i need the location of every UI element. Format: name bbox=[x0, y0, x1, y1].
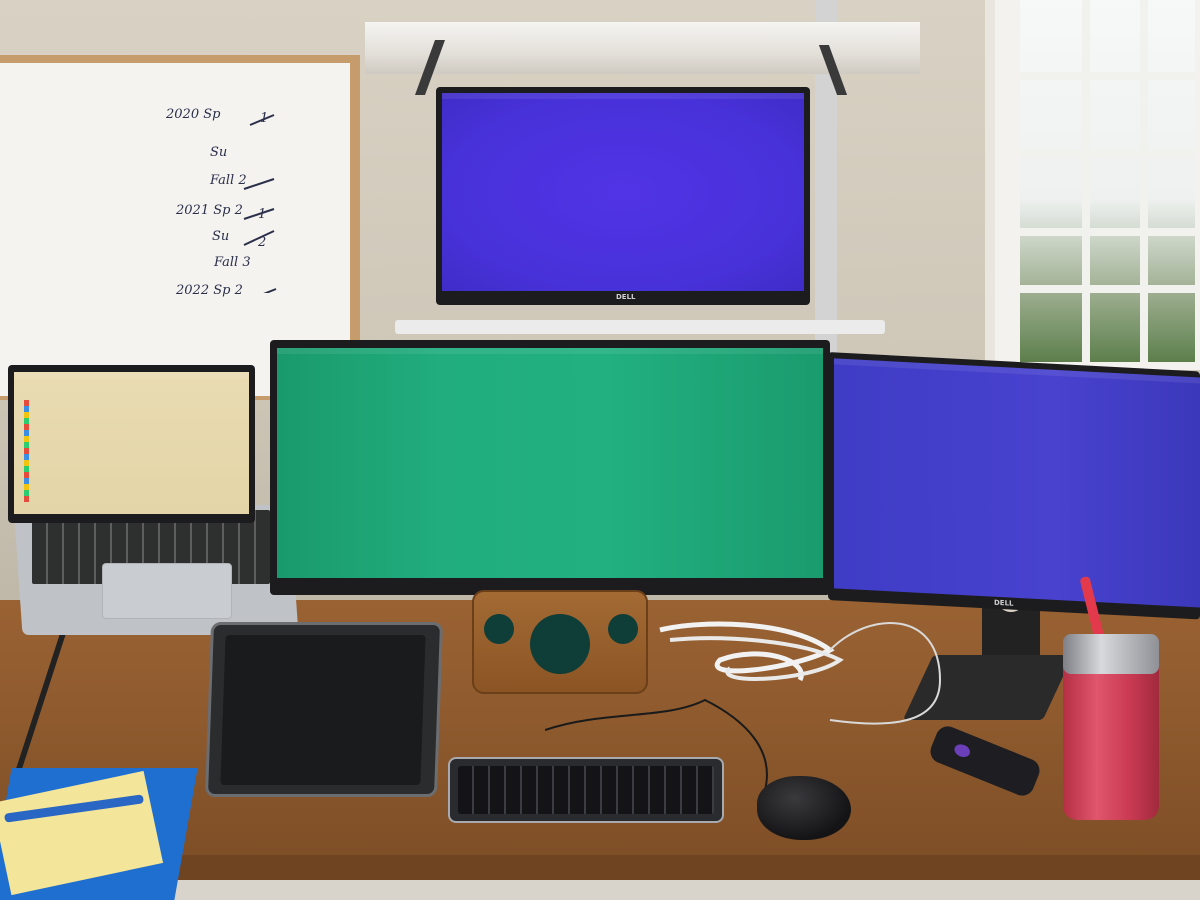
speaker-woofer bbox=[530, 614, 590, 674]
speaker-tweeter bbox=[484, 614, 514, 644]
tumbler-lid bbox=[1063, 634, 1159, 674]
laptop-trackpad[interactable] bbox=[102, 563, 232, 619]
dell-logo: DELL bbox=[994, 598, 1014, 608]
keyboard[interactable] bbox=[448, 757, 724, 823]
speaker-tweeter bbox=[608, 614, 638, 644]
menu-bar bbox=[277, 348, 823, 354]
laptop-screen[interactable] bbox=[14, 372, 249, 514]
window-mullion bbox=[1020, 228, 1195, 236]
speaker-icon bbox=[472, 590, 648, 694]
whiteboard-line: Su bbox=[212, 229, 230, 244]
menu-bar bbox=[442, 93, 804, 99]
top-monitor: DELL bbox=[436, 87, 810, 305]
window-glass bbox=[1020, 0, 1195, 362]
keyboard-keys[interactable] bbox=[458, 766, 714, 814]
whiteboard-line: Su bbox=[210, 145, 228, 160]
mouse-icon[interactable] bbox=[757, 776, 851, 840]
tablet-screen[interactable] bbox=[220, 635, 426, 785]
dock[interactable] bbox=[24, 400, 29, 502]
right-monitor-screen[interactable] bbox=[834, 358, 1200, 608]
tablet bbox=[204, 622, 444, 797]
menu-bar bbox=[14, 372, 249, 378]
remote-button bbox=[952, 742, 972, 760]
right-monitor: DELL bbox=[828, 352, 1200, 620]
window-mullion bbox=[1140, 0, 1148, 362]
whiteboard-line: 2022 Sp 2 bbox=[176, 283, 243, 298]
top-monitor-screen[interactable] bbox=[442, 93, 804, 291]
laptop bbox=[8, 365, 255, 523]
whiteboard-line: 2020 Sp bbox=[166, 107, 221, 122]
dell-logo: DELL bbox=[616, 293, 636, 301]
window-mullion bbox=[1020, 285, 1195, 293]
whiteboard-strokes bbox=[243, 114, 277, 293]
whiteboard-line: 2021 Sp 2 bbox=[176, 203, 243, 218]
monitor-mount-bar bbox=[395, 320, 885, 334]
curved-monitor bbox=[270, 340, 830, 595]
window-mullion bbox=[1020, 72, 1195, 80]
window-mullion bbox=[1020, 150, 1195, 158]
floor bbox=[150, 880, 1200, 900]
curved-monitor-screen[interactable] bbox=[277, 348, 823, 578]
window-mullion bbox=[1082, 0, 1090, 362]
